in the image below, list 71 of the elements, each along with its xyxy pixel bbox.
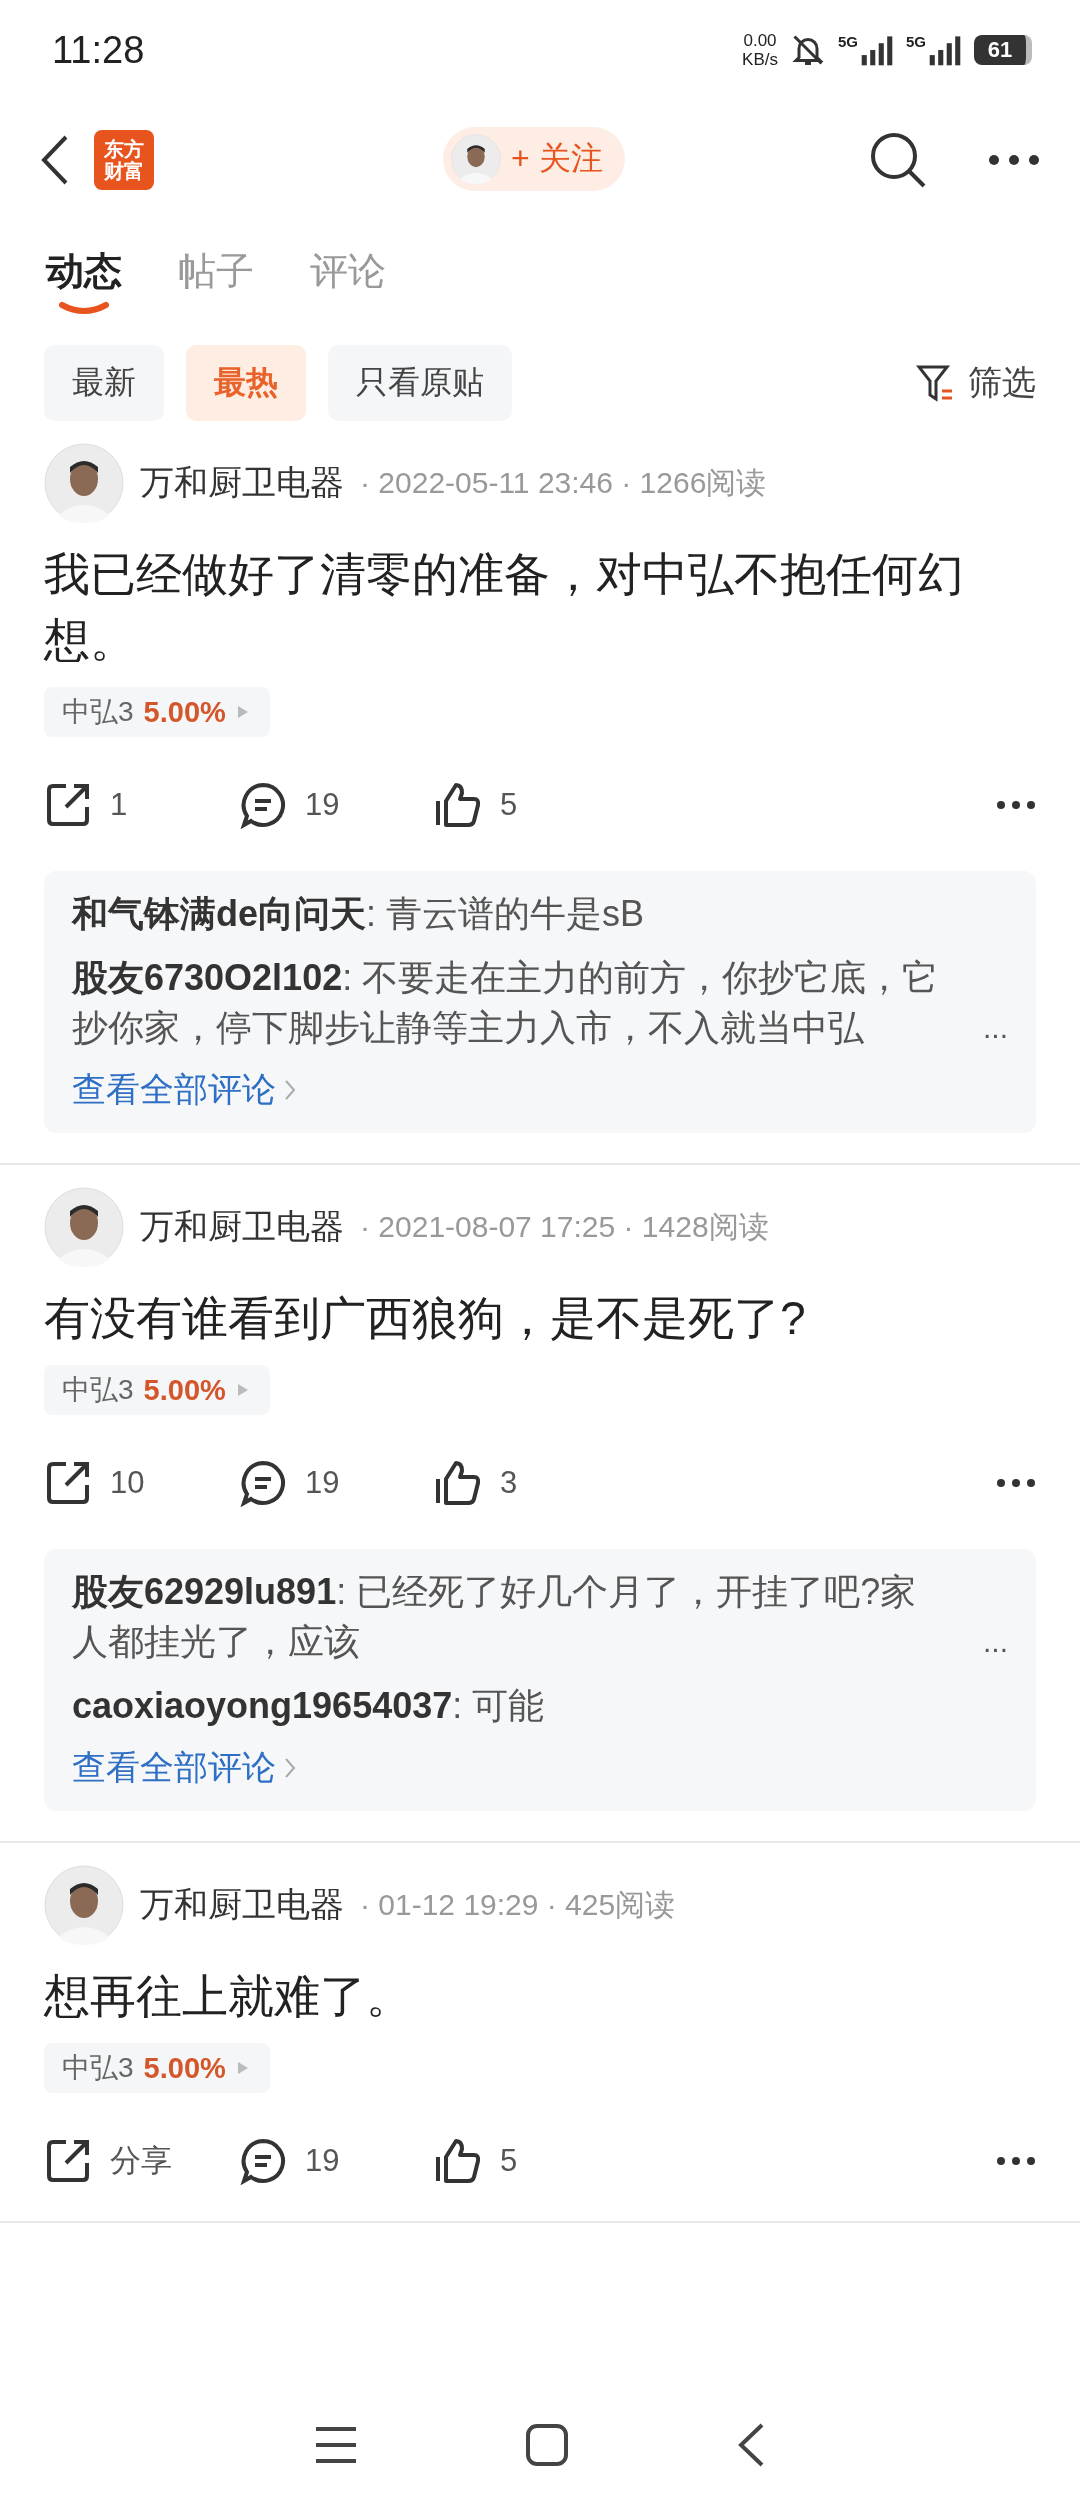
thumbs-up-icon — [434, 1459, 482, 1507]
tab-indicator — [59, 301, 109, 315]
chevron-icon — [284, 1079, 296, 1101]
more-icon — [996, 800, 1036, 810]
comment-text[interactable]: caoxiaoyong19654037: 可能 — [72, 1681, 1008, 1731]
more-button[interactable] — [996, 800, 1036, 810]
more-icon — [996, 2156, 1036, 2166]
more-button[interactable] — [996, 2156, 1036, 2166]
status-time: 11:28 — [52, 28, 145, 72]
author-name[interactable]: 万和厨卫电器 — [140, 1882, 344, 1928]
like-button[interactable]: 5 — [434, 781, 629, 829]
comment-icon — [239, 1459, 287, 1507]
stock-tag[interactable]: 中弘3 5.00% — [44, 2043, 270, 2093]
chevron-icon — [284, 1757, 296, 1779]
filter-chip[interactable]: 只看原贴 — [328, 345, 512, 421]
more-text[interactable]: ... — [983, 1011, 1008, 1053]
post-text[interactable]: 我已经做好了清零的准备，对中弘不抱任何幻想。 — [44, 541, 1036, 673]
filter-chip[interactable]: 最新 — [44, 345, 164, 421]
tab[interactable]: 动态 — [46, 246, 122, 315]
more-icon[interactable] — [988, 154, 1040, 166]
more-button[interactable] — [996, 1478, 1036, 1488]
filter-button[interactable]: 筛选 — [916, 360, 1036, 406]
share-button[interactable]: 分享 — [44, 2137, 239, 2185]
share-icon — [44, 1459, 92, 1507]
like-button[interactable]: 3 — [434, 1459, 629, 1507]
more-icon — [996, 1478, 1036, 1488]
search-icon[interactable] — [868, 130, 928, 190]
stock-tag[interactable]: 中弘3 5.00% — [44, 687, 270, 737]
post-meta: · 01-12 19:29 · 425阅读 — [360, 1886, 676, 1923]
comment-text[interactable]: 股友6730O2l102: 不要走在主力的前方，你抄它底，它抄你家，停下脚步让静等主力入市，不入就当中弘 — [72, 953, 973, 1053]
comment-button[interactable]: 19 — [239, 1459, 434, 1507]
app-logo: 东方 财富 — [94, 130, 154, 190]
back-icon[interactable] — [40, 133, 70, 187]
network-speed: 0.00 KB/s — [742, 31, 778, 69]
signal-icon — [860, 33, 894, 67]
post-meta: · 2021-08-07 17:25 · 1428阅读 — [360, 1208, 769, 1245]
signal-icon — [928, 33, 962, 67]
share-icon — [44, 781, 92, 829]
triangle-icon — [235, 1382, 250, 1398]
comment-icon — [239, 2137, 287, 2185]
share-button[interactable]: 10 — [44, 1459, 239, 1507]
menu-icon[interactable] — [313, 2425, 358, 2465]
avatar[interactable] — [44, 1865, 124, 1945]
avatar[interactable] — [451, 134, 501, 184]
stock-tag[interactable]: 中弘3 5.00% — [44, 1365, 270, 1415]
battery-indicator: 61 — [974, 35, 1032, 65]
triangle-icon — [235, 704, 250, 720]
avatar[interactable] — [44, 1187, 124, 1267]
view-all-comments-link[interactable]: 查看全部评论 — [72, 1067, 296, 1113]
network-type: 5G — [906, 33, 926, 50]
view-all-comments-link[interactable]: 查看全部评论 — [72, 1745, 296, 1791]
comment-button[interactable]: 19 — [239, 781, 434, 829]
comment-text[interactable]: 和气钵满de向问天: 青云谱的牛是sB — [72, 889, 1008, 939]
network-type: 5G — [837, 33, 858, 50]
thumbs-up-icon — [434, 2137, 482, 2185]
share-button[interactable]: 1 — [44, 781, 239, 829]
author-name[interactable]: 万和厨卫电器 — [140, 1204, 344, 1250]
comment-button[interactable]: 19 — [239, 2137, 434, 2185]
post-text[interactable]: 有没有谁看到广西狼狗，是不是死了? — [44, 1285, 1036, 1351]
more-text[interactable]: ... — [983, 1625, 1008, 1667]
thumbs-up-icon — [434, 781, 482, 829]
post-text[interactable]: 想再往上就难了。 — [44, 1963, 1036, 2029]
share-icon — [44, 2137, 92, 2185]
post-meta: · 2022-05-11 23:46 · 1266阅读 — [360, 464, 767, 501]
comment-text[interactable]: 股友62929lu891: 已经死了好几个月了，开挂了吧?家人都挂光了，应该 — [72, 1567, 973, 1667]
like-button[interactable]: 5 — [434, 2137, 629, 2185]
author-name[interactable]: 万和厨卫电器 — [140, 460, 344, 506]
comment-icon — [239, 781, 287, 829]
home-icon[interactable] — [525, 2423, 569, 2467]
triangle-icon — [235, 2060, 250, 2076]
avatar[interactable] — [44, 443, 124, 523]
